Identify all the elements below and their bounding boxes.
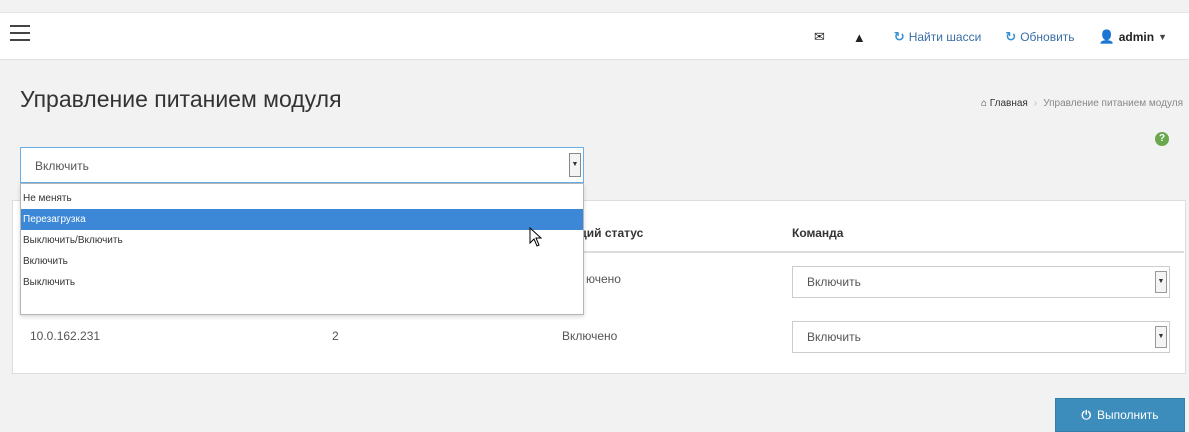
row1-command-value: Включить <box>807 275 861 289</box>
breadcrumb-current: Управление питанием модуля <box>1043 98 1183 109</box>
home-icon: ⌂ <box>980 98 987 109</box>
messages-button[interactable]: ✉ <box>802 13 841 61</box>
row1-status: ючено <box>586 272 621 286</box>
user-icon: 👤 <box>1098 29 1115 44</box>
menu-toggle-icon[interactable] <box>10 25 30 43</box>
mouse-cursor-icon <box>529 227 543 247</box>
option-reboot[interactable]: Перезагрузка <box>21 209 583 230</box>
warning-icon: ▲ <box>852 29 866 45</box>
page-title: Управление питанием модуля <box>20 86 342 112</box>
select-arrow-icon: ▼ <box>1155 271 1167 293</box>
option-power-off[interactable]: Выключить <box>21 272 583 293</box>
refresh-label: Обновить <box>1020 30 1075 44</box>
row2-slot: 2 <box>332 329 339 343</box>
select-arrow-icon: ▼ <box>569 153 581 177</box>
refresh-button[interactable]: ↻ Обновить <box>993 13 1086 61</box>
power-action-dropdown: Не менять Перезагрузка Выключить/Включит… <box>20 183 584 315</box>
find-chassis-label: Найти шасси <box>908 30 982 44</box>
power-icon: ⏻ <box>1081 407 1091 422</box>
envelope-icon: ✉ <box>814 29 825 44</box>
breadcrumb-home-label: Главная <box>989 98 1028 109</box>
refresh-icon: ↻ <box>1005 29 1017 44</box>
option-no-change[interactable]: Не менять <box>21 188 583 209</box>
breadcrumb-separator: › <box>1033 98 1038 109</box>
power-action-value: Включить <box>35 159 89 173</box>
row2-command-value: Включить <box>807 330 861 344</box>
user-name: admin <box>1118 30 1155 44</box>
find-chassis-button[interactable]: ↻ Найти шасси <box>882 13 994 61</box>
power-action-select[interactable]: Включить ▼ <box>20 147 584 183</box>
caret-down-icon: ▼ <box>1158 32 1167 42</box>
row2-ip: 10.0.162.231 <box>30 329 101 343</box>
row2-command-select[interactable]: Включить ▼ <box>792 321 1170 353</box>
column-command: Команда <box>792 226 844 240</box>
breadcrumb: ⌂ Главная › Управление питанием модуля <box>981 98 1183 109</box>
option-power-cycle[interactable]: Выключить/Включить <box>21 230 583 251</box>
execute-button[interactable]: ⏻ Выполнить <box>1055 398 1185 432</box>
navbar-right: ✉ ▲ ↻ Найти шасси ↻ Обновить 👤 admin ▼ <box>802 13 1179 61</box>
top-navbar: ✉ ▲ ↻ Найти шасси ↻ Обновить 👤 admin ▼ <box>0 12 1189 60</box>
execute-label: Выполнить <box>1096 408 1159 422</box>
option-power-on[interactable]: Включить <box>21 251 583 272</box>
user-menu[interactable]: 👤 admin ▼ <box>1087 13 1179 61</box>
help-icon[interactable]: ? <box>1155 132 1169 146</box>
alerts-button[interactable]: ▲ <box>841 13 882 61</box>
breadcrumb-home[interactable]: ⌂ Главная <box>981 98 1028 109</box>
select-arrow-icon: ▼ <box>1155 326 1167 348</box>
row2-status: Включено <box>562 329 618 343</box>
row1-command-select[interactable]: Включить ▼ <box>792 266 1170 298</box>
refresh-icon: ↻ <box>893 29 905 44</box>
